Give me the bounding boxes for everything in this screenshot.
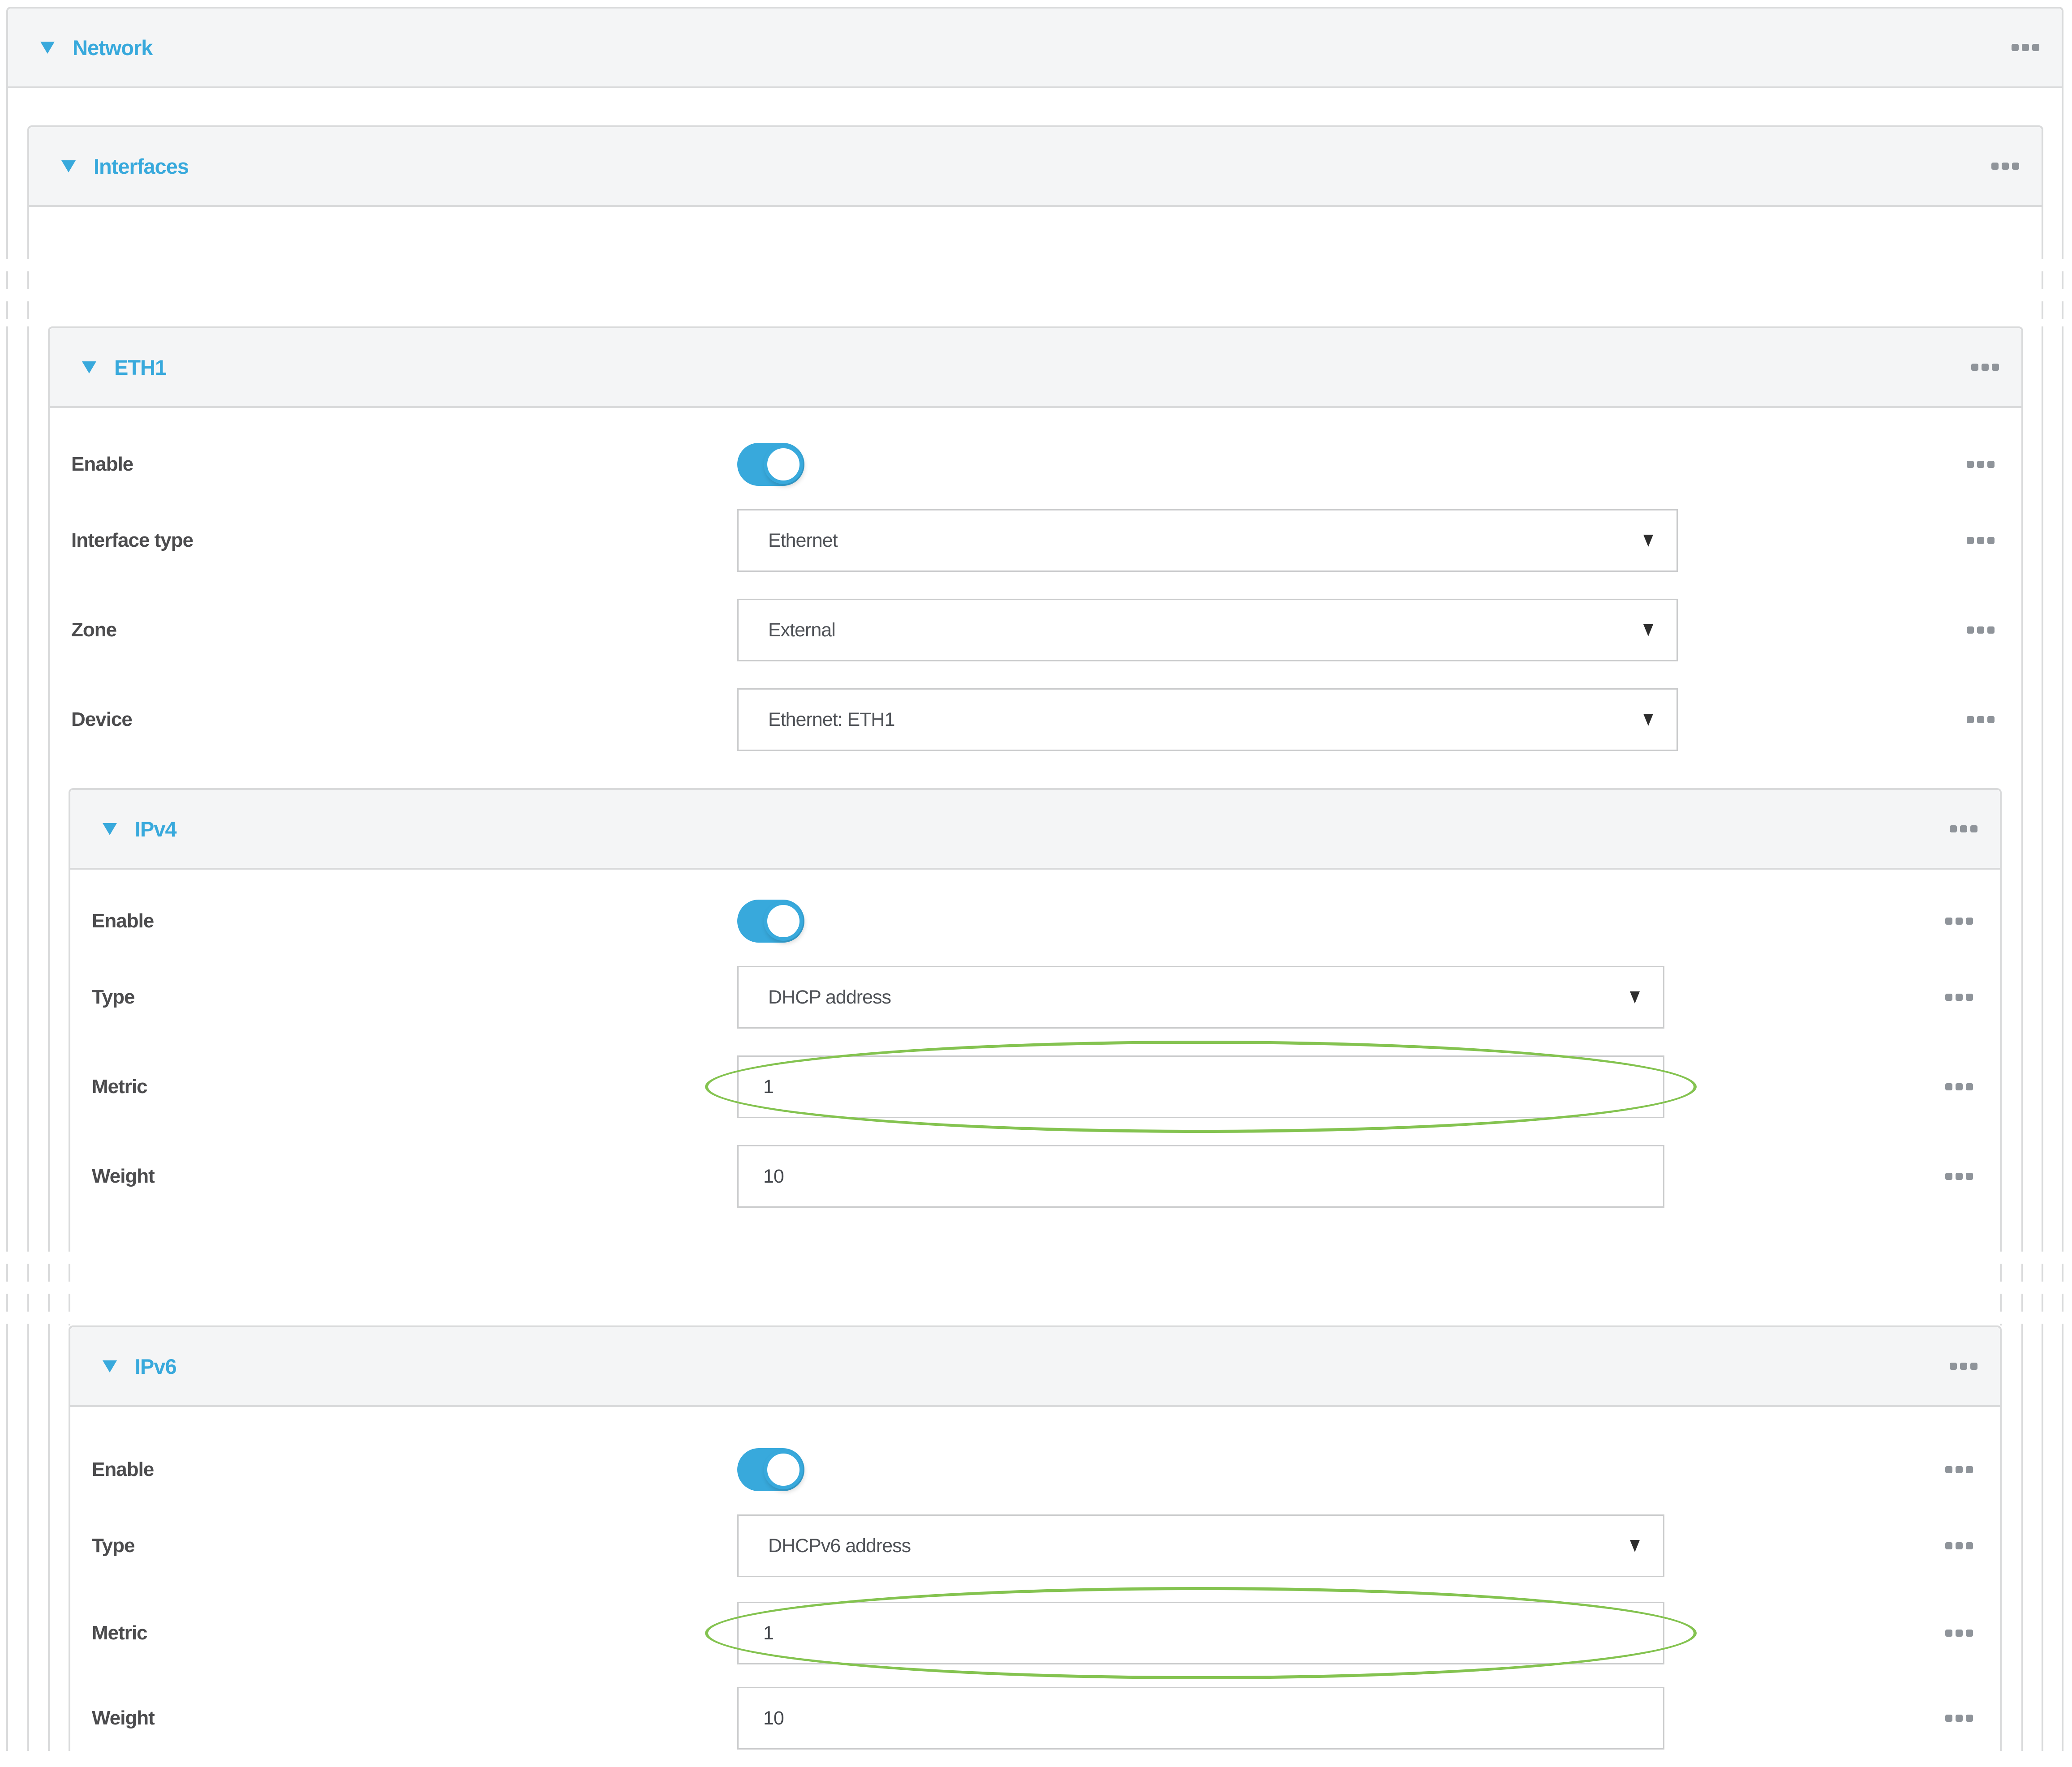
config-page: Network Interfaces ETH1 (0, 0, 2072, 1767)
image-cut-strip (0, 1751, 2072, 1767)
interfaces-section-header[interactable]: Interfaces (29, 127, 2042, 207)
ipv4-metric-row: Metric (70, 1042, 2000, 1132)
type-label: Type (92, 986, 737, 1008)
ipv6-weight-row: Weight (70, 1676, 2000, 1761)
eth1-interface-type-row: Interface type Ethernet (50, 496, 2021, 585)
ipv6-title: IPv6 (135, 1354, 176, 1379)
metric-label: Metric (92, 1622, 737, 1644)
eth1-section-header[interactable]: ETH1 (50, 328, 2021, 408)
eth1-enable-toggle[interactable] (737, 443, 804, 486)
ipv4-metric-input[interactable] (737, 1055, 1664, 1118)
collapse-triangle-icon (82, 361, 96, 373)
weight-label: Weight (92, 1707, 737, 1729)
select-value: DHCP address (768, 986, 891, 1008)
caret-down-icon (1643, 714, 1653, 726)
row-menu-ellipsis-icon[interactable] (1967, 716, 1995, 723)
ipv6-metric-input[interactable] (737, 1602, 1664, 1664)
ipv6-type-select[interactable]: DHCPv6 address (737, 1514, 1664, 1577)
network-panel: Network Interfaces ETH1 (6, 7, 2063, 1767)
row-menu-ellipsis-icon[interactable] (1945, 1466, 1973, 1473)
ipv4-weight-input[interactable] (737, 1145, 1664, 1208)
zone-select[interactable]: External (737, 599, 1678, 661)
caret-down-icon (1630, 1540, 1640, 1552)
type-label: Type (92, 1535, 737, 1557)
collapse-triangle-icon (103, 823, 117, 835)
eth1-zone-row: Zone External (50, 585, 2021, 675)
row-menu-ellipsis-icon[interactable] (1945, 1542, 1973, 1549)
ipv4-enable-row: Enable (70, 890, 2000, 952)
interfaces-menu-ellipsis-icon[interactable] (1991, 163, 2019, 170)
zone-label: Zone (71, 619, 737, 641)
eth1-title: ETH1 (114, 355, 166, 380)
ipv6-section-header[interactable]: IPv6 (70, 1327, 2000, 1407)
network-title: Network (73, 35, 152, 60)
ipv4-section-header[interactable]: IPv4 (70, 790, 2000, 870)
row-menu-ellipsis-icon[interactable] (1945, 1630, 1973, 1637)
ipv6-enable-row: Enable (70, 1438, 2000, 1501)
enable-label: Enable (92, 910, 737, 932)
ipv6-panel: IPv6 Enable (69, 1325, 2002, 1767)
interfaces-panel: Interfaces ETH1 (27, 125, 2043, 1767)
ipv6-enable-toggle[interactable] (737, 1448, 804, 1491)
select-value: Ethernet (768, 530, 838, 552)
row-menu-ellipsis-icon[interactable] (1967, 626, 1995, 634)
ipv4-type-row: Type DHCP address (70, 952, 2000, 1042)
caret-down-icon (1643, 624, 1653, 636)
toggle-knob-icon (764, 901, 803, 941)
row-menu-ellipsis-icon[interactable] (1945, 918, 1973, 925)
eth1-enable-row: Enable (50, 433, 2021, 496)
ipv4-panel: IPv4 Enable (69, 788, 2002, 1234)
caret-down-icon (1630, 991, 1640, 1004)
collapse-triangle-icon (40, 42, 55, 54)
select-value: External (768, 619, 835, 641)
interface-type-label: Interface type (71, 529, 737, 552)
ipv4-enable-toggle[interactable] (737, 900, 804, 943)
eth1-device-row: Device Ethernet: ETH1 (50, 675, 2021, 764)
ipv4-weight-row: Weight (70, 1132, 2000, 1221)
select-value: DHCPv6 address (768, 1535, 911, 1557)
interfaces-title: Interfaces (94, 154, 189, 179)
enable-label: Enable (71, 453, 737, 476)
ipv6-weight-input[interactable] (737, 1687, 1664, 1750)
ipv4-menu-ellipsis-icon[interactable] (1950, 825, 1977, 832)
collapse-triangle-icon (103, 1360, 117, 1372)
ipv6-menu-ellipsis-icon[interactable] (1950, 1363, 1977, 1370)
enable-label: Enable (92, 1458, 737, 1481)
eth1-panel: ETH1 Enable Interface type (48, 326, 2023, 1767)
interface-type-select[interactable]: Ethernet (737, 509, 1678, 572)
metric-label: Metric (92, 1076, 737, 1098)
device-select[interactable]: Ethernet: ETH1 (737, 688, 1678, 751)
collapse-triangle-icon (61, 160, 76, 172)
network-menu-ellipsis-icon[interactable] (2012, 44, 2039, 51)
weight-label: Weight (92, 1165, 737, 1188)
row-menu-ellipsis-icon[interactable] (1945, 1083, 1973, 1090)
caret-down-icon (1643, 535, 1653, 547)
ipv4-type-select[interactable]: DHCP address (737, 966, 1664, 1029)
eth1-menu-ellipsis-icon[interactable] (1971, 364, 1999, 371)
row-menu-ellipsis-icon[interactable] (1945, 994, 1973, 1001)
ipv6-metric-row: Metric (70, 1591, 2000, 1676)
ipv6-type-row: Type DHCPv6 address (70, 1501, 2000, 1591)
ipv4-title: IPv4 (135, 817, 176, 841)
row-menu-ellipsis-icon[interactable] (1945, 1715, 1973, 1722)
device-label: Device (71, 708, 737, 731)
network-section-header[interactable]: Network (8, 9, 2062, 88)
toggle-knob-icon (764, 445, 803, 484)
snipped-content-region (0, 1234, 2072, 1325)
row-menu-ellipsis-icon[interactable] (1967, 537, 1995, 544)
row-menu-ellipsis-icon[interactable] (1945, 1173, 1973, 1180)
snipped-content-region (0, 241, 2072, 326)
row-menu-ellipsis-icon[interactable] (1967, 461, 1995, 468)
select-value: Ethernet: ETH1 (768, 709, 894, 731)
toggle-knob-icon (764, 1450, 803, 1489)
